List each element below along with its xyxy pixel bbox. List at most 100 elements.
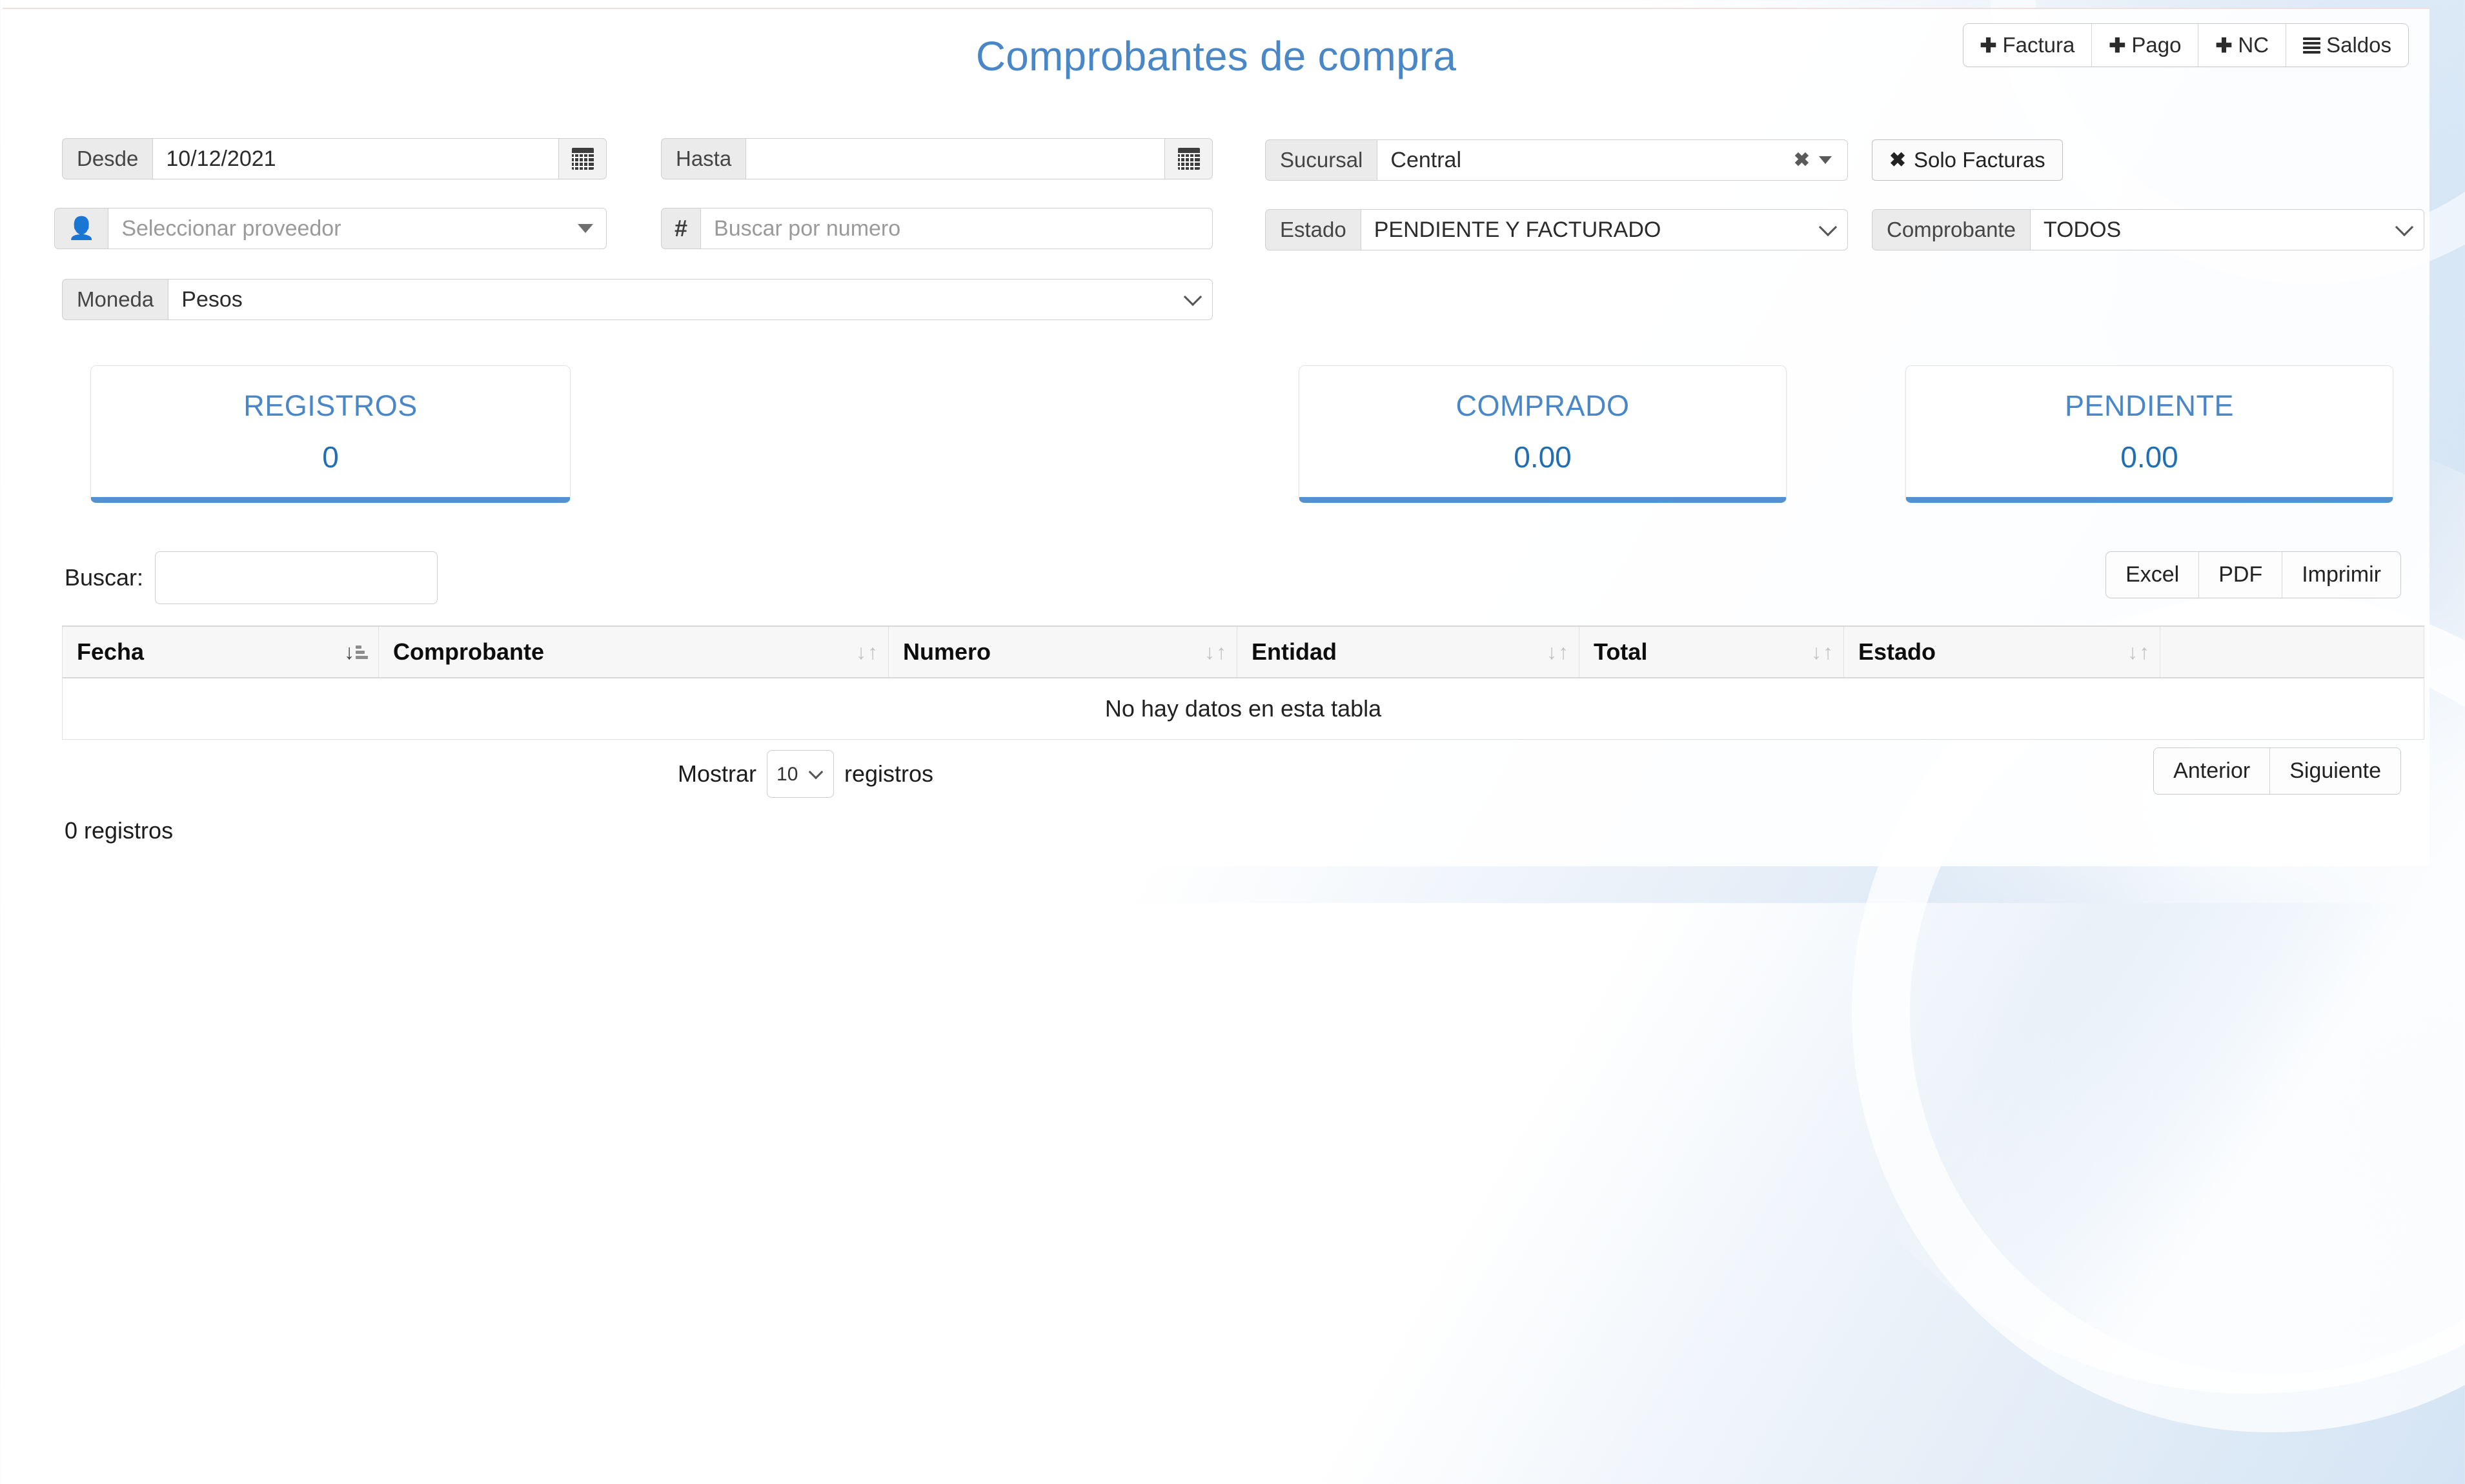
add-pago-button[interactable]: ✚ Pago xyxy=(2092,24,2198,66)
add-pago-label: Pago xyxy=(2131,33,2181,57)
stat-pendiente-title: PENDIENTE xyxy=(2065,389,2234,423)
chevron-down-icon[interactable] xyxy=(2395,218,2413,236)
arrow-down-icon: ↓ xyxy=(1811,642,1821,662)
arrow-down-icon: ↓ xyxy=(344,642,354,662)
filter-estado: Estado PENDIENTE Y FACTURADO xyxy=(1265,209,1848,250)
caret-down-icon[interactable] xyxy=(578,224,593,233)
proveedor-placeholder: Seleccionar proveedor xyxy=(121,216,341,241)
sort-neutral-icon[interactable]: ↓ ↑ xyxy=(1204,642,1226,662)
page-length-select[interactable]: 10 25 50 100 xyxy=(767,750,834,798)
arrow-down-icon: ↓ xyxy=(1204,642,1215,662)
moneda-value: Pesos xyxy=(181,287,243,312)
print-button[interactable]: Imprimir xyxy=(2282,552,2400,598)
stat-registros-value: 0 xyxy=(322,440,339,474)
plus-icon: ✚ xyxy=(1980,36,1997,56)
filter-sucursal: Sucursal Central ✖ xyxy=(1265,139,1848,181)
proveedor-select[interactable]: Seleccionar proveedor xyxy=(108,208,607,249)
user-icon: 👤 xyxy=(68,218,95,239)
stat-card-registros: REGISTROS 0 xyxy=(90,365,571,503)
app-page: Comprobantes de compra ✚ Factura ✚ Pago … xyxy=(0,0,2465,903)
sort-neutral-icon[interactable]: ↓ ↑ xyxy=(1547,642,1568,662)
excel-export-button[interactable]: Excel xyxy=(2106,552,2199,598)
column-header-numero[interactable]: Numero ↓ ↑ xyxy=(889,626,1237,678)
next-page-button[interactable]: Siguiente xyxy=(2270,748,2400,794)
desde-calendar-button[interactable] xyxy=(559,138,607,179)
comprobantes-table: Fecha ↓ Comprobante ↓ ↑ xyxy=(62,625,2424,740)
column-header-total[interactable]: Total ↓ ↑ xyxy=(1579,626,1844,678)
column-header-actions[interactable] xyxy=(2160,626,2424,678)
times-icon[interactable]: ✖ xyxy=(1794,149,1810,172)
sucursal-value: Central xyxy=(1390,148,1461,173)
arrow-down-icon: ↓ xyxy=(856,642,866,662)
estado-select[interactable]: PENDIENTE Y FACTURADO xyxy=(1361,209,1848,250)
table-empty-message: No hay datos en esta tabla xyxy=(63,678,2424,740)
stat-registros-title: REGISTROS xyxy=(243,389,418,423)
estado-label: Estado xyxy=(1265,209,1361,250)
search-input[interactable] xyxy=(155,551,438,604)
arrow-up-icon: ↑ xyxy=(1823,642,1833,662)
comprobante-select[interactable]: TODOS xyxy=(2030,209,2424,250)
numero-input[interactable]: Buscar por numero xyxy=(700,208,1213,249)
add-nc-button[interactable]: ✚ NC xyxy=(2198,24,2286,66)
pdf-export-button[interactable]: PDF xyxy=(2199,552,2282,598)
arrow-up-icon: ↑ xyxy=(1558,642,1568,662)
moneda-select[interactable]: Pesos xyxy=(168,279,1213,320)
previous-page-button[interactable]: Anterior xyxy=(2154,748,2270,794)
column-label-entidad: Entidad xyxy=(1252,638,1337,665)
sucursal-label: Sucursal xyxy=(1265,139,1377,181)
column-label-estado: Estado xyxy=(1858,638,1936,665)
chevron-down-icon[interactable] xyxy=(1819,218,1837,236)
buscar-label: Buscar: xyxy=(65,564,143,591)
column-header-entidad[interactable]: Entidad ↓ ↑ xyxy=(1237,626,1579,678)
sort-desc-icon[interactable]: ↓ xyxy=(344,642,368,662)
plus-icon: ✚ xyxy=(2109,36,2125,56)
sort-neutral-icon[interactable]: ↓ ↑ xyxy=(1811,642,1833,662)
numero-placeholder: Buscar por numero xyxy=(714,216,900,241)
column-label-comprobante: Comprobante xyxy=(393,638,544,665)
filter-numero: # Buscar por numero xyxy=(661,208,1213,249)
calendar-icon xyxy=(1178,148,1200,170)
table-header-row: Fecha ↓ Comprobante ↓ ↑ xyxy=(63,626,2424,678)
plus-icon: ✚ xyxy=(2215,36,2232,56)
column-header-comprobante[interactable]: Comprobante ↓ ↑ xyxy=(379,626,889,678)
estado-value: PENDIENTE Y FACTURADO xyxy=(1374,218,1661,243)
calendar-icon xyxy=(572,148,594,170)
filter-hasta: Hasta xyxy=(661,138,1213,179)
saldos-label: Saldos xyxy=(2326,33,2391,57)
export-button-group: Excel PDF Imprimir xyxy=(2105,551,2401,598)
sort-neutral-icon[interactable]: ↓ ↑ xyxy=(856,642,878,662)
chevron-down-icon[interactable] xyxy=(1184,288,1202,306)
sucursal-select[interactable]: Central ✖ xyxy=(1377,139,1848,181)
hasta-input[interactable] xyxy=(746,138,1165,179)
page-length-wrapper: 10 25 50 100 xyxy=(767,750,834,798)
column-label-numero: Numero xyxy=(903,638,991,665)
stat-card-comprado: COMPRADO 0.00 xyxy=(1299,365,1787,503)
desde-input[interactable]: 10/12/2021 xyxy=(152,138,559,179)
mostrar-prefix-label: Mostrar xyxy=(678,760,756,788)
solo-facturas-button[interactable]: ✖ Solo Facturas xyxy=(1872,139,2063,181)
hash-icon: # xyxy=(675,217,687,240)
main-panel: Comprobantes de compra ✚ Factura ✚ Pago … xyxy=(3,8,2429,866)
caret-down-icon[interactable] xyxy=(1819,156,1832,164)
filter-proveedor: 👤 Seleccionar proveedor xyxy=(54,208,607,249)
hasta-calendar-button[interactable] xyxy=(1165,138,1213,179)
add-factura-label: Factura xyxy=(2003,33,2075,57)
desde-label: Desde xyxy=(62,138,152,179)
hasta-label: Hasta xyxy=(661,138,746,179)
comprobante-label: Comprobante xyxy=(1872,209,2030,250)
add-factura-button[interactable]: ✚ Factura xyxy=(1963,24,2093,66)
sort-bars-icon xyxy=(356,645,368,659)
pagination-group: Anterior Siguiente xyxy=(2153,747,2401,795)
comprobante-value: TODOS xyxy=(2044,218,2121,243)
table-head: Fecha ↓ Comprobante ↓ ↑ xyxy=(63,626,2424,678)
stats-region: REGISTROS 0 COMPRADO 0.00 PENDIENTE 0.00 xyxy=(3,365,2429,514)
arrow-down-icon: ↓ xyxy=(2127,642,2138,662)
table-search-region: Buscar: xyxy=(65,551,438,604)
column-header-fecha[interactable]: Fecha ↓ xyxy=(63,626,379,678)
sort-neutral-icon[interactable]: ↓ ↑ xyxy=(2127,642,2149,662)
column-header-estado[interactable]: Estado ↓ ↑ xyxy=(1844,626,2160,678)
saldos-button[interactable]: Saldos xyxy=(2286,24,2408,66)
filter-moneda: Moneda Pesos xyxy=(62,279,1213,320)
column-label-total: Total xyxy=(1594,638,1647,665)
filter-comprobante: Comprobante TODOS xyxy=(1872,209,2424,250)
